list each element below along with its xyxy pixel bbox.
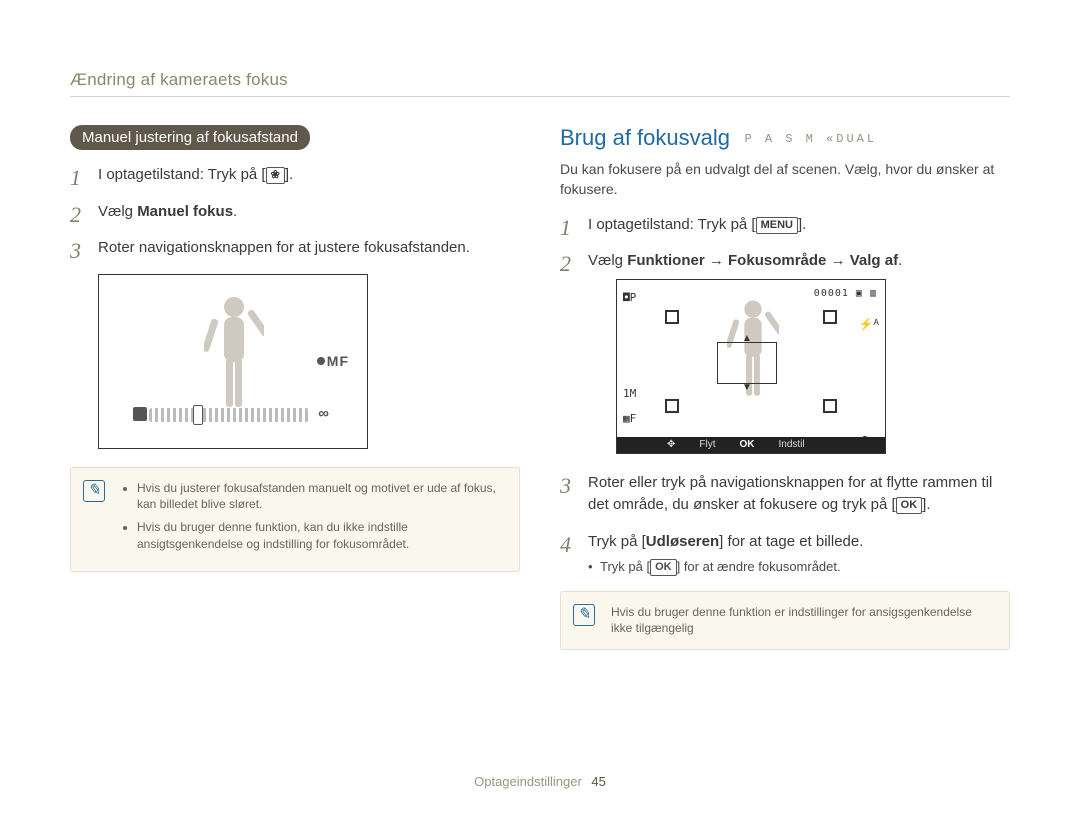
- columns: Manuel justering af fokusafstand I optag…: [70, 125, 1010, 650]
- page-number: 45: [591, 774, 605, 789]
- af-target-box: [717, 342, 777, 384]
- ok-button: OK: [650, 559, 677, 576]
- step-2: Vælg Manuel fokus.: [70, 201, 520, 224]
- counter-text: 00001: [814, 288, 849, 299]
- right-steps: I optagetilstand: Tryk på [MENU]. Vælg F…: [560, 214, 1010, 577]
- section-title: Brug af fokusvalg: [560, 125, 730, 151]
- note-text: Hvis du bruger denne funktion er indstil…: [611, 605, 972, 636]
- step-text: Vælg: [98, 203, 137, 220]
- left-overlay-icons: ◘P1M▦F[–]: [623, 286, 643, 455]
- step-text: .: [233, 203, 237, 220]
- sub-text: ] for at ændre fokusområdet.: [677, 559, 841, 574]
- bar-move-label: Flyt: [699, 437, 715, 452]
- figure-manual-focus: MF: [98, 274, 368, 449]
- note-item: Hvis du bruger denne funktion, kan du ik…: [137, 519, 505, 553]
- step-text: ].: [798, 216, 806, 233]
- top-overlay-icons: 00001 ▣ ▥: [814, 286, 877, 301]
- note-icon: ✎: [573, 604, 595, 626]
- section-pill: Manuel justering af fokusafstand: [70, 125, 310, 150]
- menu-button: MENU: [756, 217, 798, 234]
- note-box: ✎ Hvis du justerer fokusafstanden manuel…: [70, 467, 520, 572]
- step-3: Roter navigationsknappen for at justere …: [70, 237, 520, 260]
- step-text: Roter navigationsknappen for at justere …: [98, 239, 470, 256]
- ok-button: OK: [896, 497, 923, 514]
- note-icon: ✎: [83, 480, 105, 502]
- note-box: ✎ Hvis du bruger denne funktion er indst…: [560, 591, 1010, 651]
- right-column: Brug af fokusvalg P A S M «DUAL Du kan f…: [560, 125, 1010, 650]
- step-3: Roter eller tryk på navigationsknappen f…: [560, 472, 1010, 517]
- step-text: ] for at tage et billede.: [719, 533, 863, 550]
- step-text: .: [898, 252, 902, 269]
- step-1: I optagetilstand: Tryk på [❀].: [70, 164, 520, 187]
- left-column: Manuel justering af fokusafstand I optag…: [70, 125, 520, 650]
- step-bold: Funktioner → Fokusområde → Valg af: [627, 252, 898, 269]
- step-bold: Manuel fokus: [137, 203, 233, 220]
- step-2: Vælg Funktioner → Fokusområde → Valg af.…: [560, 250, 1010, 454]
- nav-icon: ✥: [667, 437, 675, 452]
- right-overlay-icons: ⚡ᴬ☻: [859, 310, 879, 454]
- step-1: I optagetilstand: Tryk på [MENU].: [560, 214, 1010, 237]
- figure-focus-select: ◘P1M▦F[–] 00001 ▣ ▥ ⚡ᴬ☻: [616, 279, 886, 454]
- page-footer: Optageindstillinger 45: [0, 774, 1080, 789]
- step-text: ].: [285, 166, 293, 183]
- running-head: Ændring af kameraets fokus: [70, 70, 1010, 90]
- figure-bottom-bar: ✥ Flyt OK Indstil: [617, 437, 885, 453]
- sub-bullet: Tryk på [OK] for at ændre fokusområdet.: [588, 557, 1010, 577]
- step-text: ].: [922, 496, 930, 513]
- mf-indicator: MF: [317, 353, 349, 369]
- note-list: Hvis du justerer fokusafstanden manuelt …: [121, 480, 505, 553]
- footer-section: Optageindstillinger: [474, 774, 582, 789]
- left-steps: I optagetilstand: Tryk på [❀]. Vælg Manu…: [70, 164, 520, 260]
- bar-set-label: Indstil: [779, 437, 805, 452]
- divider: [70, 96, 1010, 97]
- step-text: Vælg: [588, 252, 627, 269]
- step-bold: Udløseren: [646, 533, 719, 550]
- step-text: Roter eller tryk på navigationsknappen f…: [588, 474, 992, 514]
- note-item: Hvis du justerer fokusafstanden manuelt …: [137, 480, 505, 514]
- step-text: I optagetilstand: Tryk på [: [98, 166, 266, 183]
- step-text: I optagetilstand: Tryk på [: [588, 216, 756, 233]
- intro-text: Du kan fokusere på en udvalgt del af sce…: [560, 159, 1010, 200]
- step-4: Tryk på [Udløseren] for at tage et bille…: [560, 531, 1010, 577]
- bar-ok-label: OK: [740, 437, 755, 452]
- mode-icons: P A S M «DUAL: [744, 132, 877, 146]
- heading-row: Brug af fokusvalg P A S M «DUAL: [560, 125, 1010, 159]
- silhouette-icon: [204, 293, 264, 413]
- step-text: Tryk på [: [588, 533, 646, 550]
- sub-text: Tryk på [: [600, 559, 650, 574]
- flower-button: ❀: [266, 167, 285, 184]
- mf-text: MF: [327, 353, 349, 369]
- focus-slider: [149, 408, 309, 422]
